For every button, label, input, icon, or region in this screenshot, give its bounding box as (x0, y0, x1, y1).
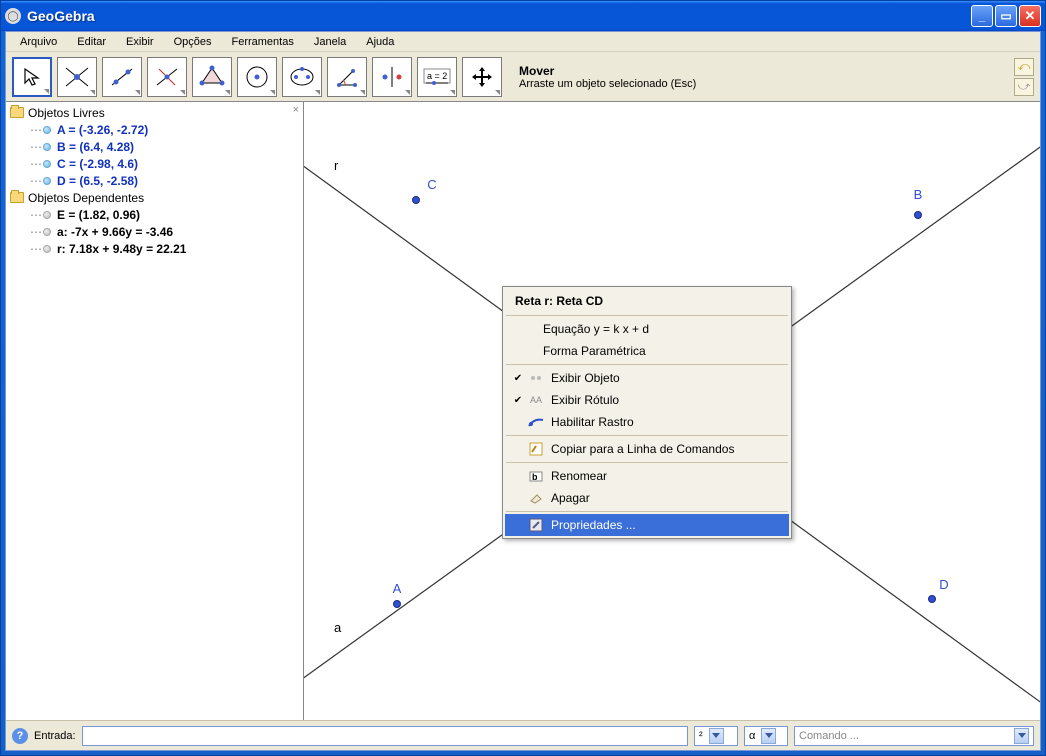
point-C[interactable] (412, 196, 420, 204)
content-area: × Objetos Livres ⋯A = (-3.26, -2.72) ⋯B … (6, 102, 1040, 720)
tree-item-A[interactable]: ⋯A = (-3.26, -2.72) (10, 121, 299, 138)
copy-icon (527, 441, 545, 457)
show-label-icon: AA (527, 392, 545, 408)
window-title: GeoGebra (27, 8, 95, 24)
tool-reflect[interactable] (372, 57, 412, 97)
tree-item-D[interactable]: ⋯D = (6.5, -2.58) (10, 172, 299, 189)
point-icon (43, 126, 51, 134)
context-menu: Reta r: Reta CD Equação y = k x + d Form… (502, 286, 792, 539)
tool-info: Mover Arraste um objeto selecionado (Esc… (519, 64, 1009, 90)
tool-move-view[interactable] (462, 57, 502, 97)
tool-ellipse[interactable] (282, 57, 322, 97)
command-select[interactable]: Comando ... (794, 726, 1034, 746)
line-icon (43, 245, 51, 253)
check-icon: ✔ (511, 395, 525, 406)
rename-icon: b (527, 468, 545, 484)
app-icon: ◯ (5, 8, 21, 24)
dropdown-arrow-icon (761, 728, 776, 744)
context-parametric[interactable]: Forma Paramétrica (505, 340, 789, 362)
menu-file[interactable]: Arquivo (12, 34, 65, 50)
folder-icon (10, 192, 24, 203)
label-point-D: D (939, 577, 948, 592)
dropdown-arrow-icon (709, 728, 724, 744)
menu-view[interactable]: Exibir (118, 34, 162, 50)
tree-item-a[interactable]: ⋯a: -7x + 9.66y = -3.46 (10, 223, 299, 240)
line-icon (43, 228, 51, 236)
tool-circle[interactable] (237, 57, 277, 97)
label-point-B: B (914, 187, 923, 202)
point-B[interactable] (914, 211, 922, 219)
show-object-icon (527, 370, 545, 386)
tree-item-B[interactable]: ⋯B = (6.4, 4.28) (10, 138, 299, 155)
maximize-button[interactable]: ▭ (995, 5, 1017, 27)
menu-window[interactable]: Janela (306, 34, 354, 50)
graphics-view[interactable]: r a C B A D Reta r: Reta CD Equação y = … (304, 102, 1040, 720)
context-menu-header: Reta r: Reta CD (505, 289, 789, 313)
tree-item-E[interactable]: ⋯E = (1.82, 0.96) (10, 206, 299, 223)
tool-desc: Arraste um objeto selecionado (Esc) (519, 78, 1009, 90)
tool-slider[interactable]: a = 2 (417, 57, 457, 97)
tool-angle[interactable] (327, 57, 367, 97)
redo-button[interactable]: ⤻ (1014, 78, 1034, 96)
context-show-label[interactable]: ✔ AA Exibir Rótulo (505, 389, 789, 411)
context-copy-command[interactable]: Copiar para a Linha de Comandos (505, 438, 789, 460)
trace-icon (527, 414, 545, 430)
menubar: Arquivo Editar Exibir Opções Ferramentas… (6, 32, 1040, 52)
folder-icon (10, 107, 24, 118)
menu-options[interactable]: Opções (166, 34, 220, 50)
undo-button[interactable]: ⤺ (1014, 58, 1034, 76)
point-icon (43, 211, 51, 219)
free-objects-label: Objetos Livres (28, 106, 105, 120)
tool-point[interactable] (57, 57, 97, 97)
point-icon (43, 143, 51, 151)
tool-perpendicular[interactable] (147, 57, 187, 97)
svg-text:a = 2: a = 2 (427, 71, 447, 81)
close-button[interactable]: ✕ (1019, 5, 1041, 27)
minimize-button[interactable]: _ (971, 5, 993, 27)
menu-help[interactable]: Ajuda (358, 34, 402, 50)
point-icon (43, 160, 51, 168)
point-icon (43, 177, 51, 185)
properties-icon (527, 517, 545, 533)
algebra-view[interactable]: × Objetos Livres ⋯A = (-3.26, -2.72) ⋯B … (6, 102, 304, 720)
context-properties[interactable]: Propriedades ... (505, 514, 789, 536)
tool-move[interactable] (12, 57, 52, 97)
context-equation[interactable]: Equação y = k x + d (505, 318, 789, 340)
dropdown-arrow-icon (1014, 728, 1029, 744)
check-icon: ✔ (511, 373, 525, 384)
point-A[interactable] (393, 600, 401, 608)
menu-edit[interactable]: Editar (69, 34, 114, 50)
context-show-object[interactable]: ✔ Exibir Objeto (505, 367, 789, 389)
eraser-icon (527, 490, 545, 506)
tree-item-r[interactable]: ⋯r: 7.18x + 9.48y = 22.21 (10, 240, 299, 257)
label-line-r: r (334, 158, 338, 173)
context-rename[interactable]: b Renomear (505, 465, 789, 487)
alpha-select[interactable]: α (744, 726, 788, 746)
client-area: Arquivo Editar Exibir Opções Ferramentas… (5, 31, 1041, 751)
close-panel-icon[interactable]: × (293, 104, 299, 116)
point-D[interactable] (928, 595, 936, 603)
tool-line[interactable] (102, 57, 142, 97)
free-objects-folder[interactable]: Objetos Livres (10, 104, 299, 121)
dependent-objects-label: Objetos Dependentes (28, 191, 144, 205)
menu-tools[interactable]: Ferramentas (223, 34, 301, 50)
svg-text:b: b (532, 472, 538, 482)
context-delete[interactable]: Apagar (505, 487, 789, 509)
dependent-objects-folder[interactable]: Objetos Dependentes (10, 189, 299, 206)
label-point-A: A (393, 581, 402, 596)
titlebar[interactable]: ◯ GeoGebra _ ▭ ✕ (1, 1, 1045, 31)
label-line-a: a (334, 620, 341, 635)
input-bar: ? Entrada: ² α Comando ... (6, 720, 1040, 750)
help-icon[interactable]: ? (12, 728, 28, 744)
app-window: ◯ GeoGebra _ ▭ ✕ Arquivo Editar Exibir O… (0, 0, 1046, 756)
tool-name: Mover (519, 64, 1009, 78)
label-point-C: C (427, 177, 436, 192)
tree-item-C[interactable]: ⋯C = (-2.98, 4.6) (10, 155, 299, 172)
entry-label: Entrada: (34, 730, 76, 742)
toolbar: a = 2 Mover Arraste um objeto selecionad… (6, 52, 1040, 102)
context-trace[interactable]: Habilitar Rastro (505, 411, 789, 433)
superscript-select[interactable]: ² (694, 726, 738, 746)
tool-polygon[interactable] (192, 57, 232, 97)
entry-input[interactable] (82, 726, 688, 746)
